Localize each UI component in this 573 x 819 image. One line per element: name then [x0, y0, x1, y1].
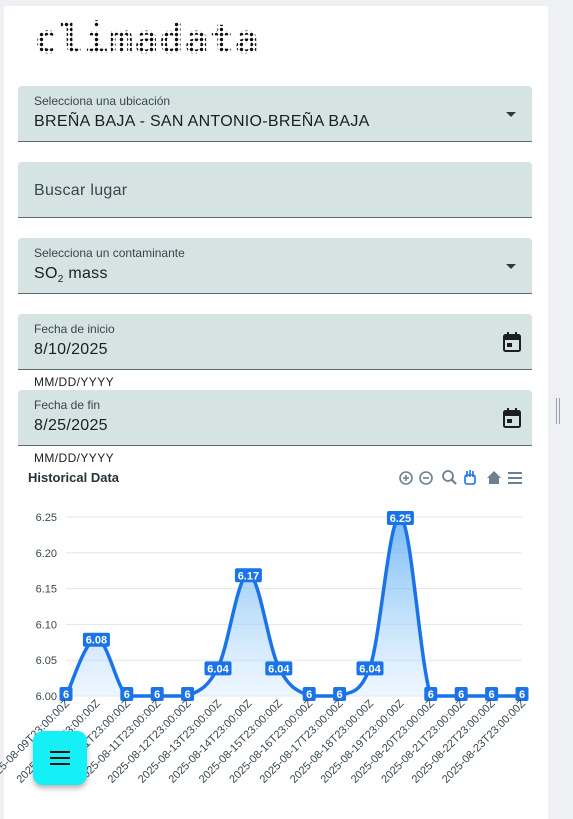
data-label: 6.25	[390, 513, 411, 525]
hamburger-icon	[50, 751, 70, 765]
data-label: 6.04	[207, 663, 229, 675]
y-tick-label: 6.25	[36, 512, 57, 524]
series-area	[66, 516, 522, 696]
data-label: 6.04	[359, 663, 381, 675]
menu-fab-button[interactable]	[33, 731, 87, 785]
series-line	[64, 515, 522, 698]
data-label: 6.04	[268, 663, 290, 675]
y-tick-label: 6.10	[36, 619, 57, 631]
historical-chart: 6.006.056.106.156.206.25 66.086 6 66.046.1…	[0, 511, 529, 786]
y-tick-label: 6.15	[36, 584, 57, 596]
y-tick-label: 6.20	[36, 548, 57, 560]
y-tick-label: 6.00	[36, 691, 57, 703]
data-label: 6.08	[86, 635, 107, 647]
data-label: 6.17	[238, 570, 259, 582]
y-tick-label: 6.05	[36, 655, 57, 667]
